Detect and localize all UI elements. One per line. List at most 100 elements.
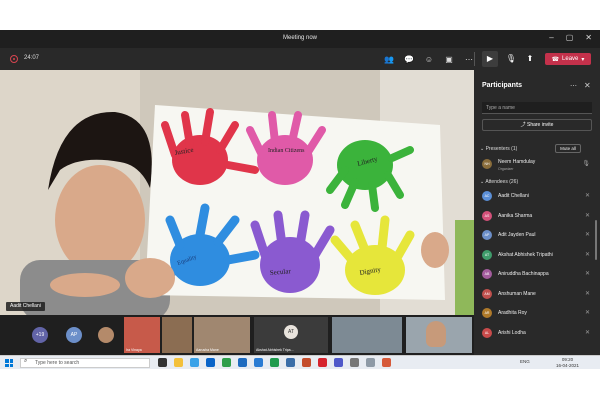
window-controls: – ▢ ✕ [549, 33, 592, 42]
overflow-participants[interactable]: +19 [32, 327, 48, 343]
file-explorer-icon[interactable] [174, 358, 183, 367]
app-icon[interactable] [350, 358, 359, 367]
participant-row[interactable]: AS Aanika Sharma ✕ [482, 208, 594, 224]
microphone-icon: 🎙 [505, 54, 517, 63]
video-thumbnail[interactable] [406, 317, 472, 353]
powerpoint-icon[interactable] [302, 358, 311, 367]
avatar: AC [482, 191, 492, 201]
phone-icon: ☎ [551, 56, 560, 63]
close-panel-icon[interactable]: ✕ [584, 81, 591, 90]
top-margin [0, 0, 600, 30]
teams-icon[interactable] [334, 358, 343, 367]
app-icon[interactable] [366, 358, 375, 367]
teams-window: Meeting now – ▢ ✕ 24:07 👥 💬 ☺ ▣ ⋯ ▶ 🎙 ⬆ ☎ Le… [0, 0, 600, 400]
maximize-icon[interactable]: ▢ [566, 33, 574, 42]
language-indicator[interactable]: ENG [520, 359, 530, 364]
mute-all-button[interactable]: Mute all [555, 144, 581, 153]
participant-row[interactable]: AB Aniruddha Bachinappa ✕ [482, 266, 594, 282]
mic-muted-icon[interactable]: ✕ [585, 270, 590, 277]
avatar-photo[interactable] [98, 327, 114, 343]
close-icon[interactable]: ✕ [585, 33, 592, 42]
share-invite-button[interactable]: ⤴ Share invite [482, 119, 592, 131]
camera-button[interactable]: ▶ [482, 51, 498, 67]
mic-muted-icon[interactable]: ✕ [585, 212, 590, 219]
app-icon[interactable] [286, 358, 295, 367]
participant-row[interactable]: AR Aradhita Roy ✕ [482, 305, 594, 321]
participant-row[interactable]: AT Akshat Abhishek Tripathi ✕ [482, 247, 594, 263]
video-thumbnail[interactable]: Ira Vinaya [124, 317, 160, 353]
app-icon[interactable] [318, 358, 327, 367]
avatar: AR [482, 308, 492, 318]
avatar: AL [482, 327, 492, 338]
microphone-icon[interactable]: 🎙 [582, 160, 590, 167]
presenters-header[interactable]: ⌄ Presenters (1) [480, 146, 517, 152]
toolbar-divider [474, 52, 475, 66]
task-view-icon[interactable] [158, 358, 167, 367]
chat-button[interactable]: 💬 [402, 51, 416, 67]
avatar[interactable]: AP [66, 327, 82, 343]
avatar: NH [482, 159, 492, 169]
presenters-label: Presenters (1) [485, 146, 518, 152]
leave-label: Leave [562, 56, 579, 62]
video-stage: Justice Indian Citizens Liberty Equality… [0, 70, 474, 315]
rooms-icon: ▣ [445, 54, 453, 64]
share-screen-button[interactable]: ⬆ [524, 51, 536, 67]
toolbar-actions: 👥 💬 ☺ ▣ ⋯ [382, 51, 476, 67]
microphone-button[interactable]: 🎙 [505, 51, 517, 67]
reactions-icon: ☺ [424, 54, 434, 64]
start-button[interactable] [5, 359, 13, 367]
leave-button[interactable]: ☎ Leave ▾ [545, 53, 591, 65]
mic-muted-icon[interactable]: ✕ [585, 251, 590, 258]
more-options-icon[interactable]: ⋯ [570, 82, 577, 90]
share-icon: ⤴ [520, 122, 526, 128]
participant-search-input[interactable]: Type a name [482, 102, 592, 114]
participant-row[interactable]: AL Arishi Lodha ✕ [482, 325, 594, 341]
store-icon[interactable] [206, 358, 215, 367]
meeting-toolbar: 24:07 👥 💬 ☺ ▣ ⋯ ▶ 🎙 ⬆ ☎ Leave ▾ [0, 48, 600, 70]
mic-muted-icon[interactable]: ✕ [585, 309, 590, 316]
mic-muted-icon[interactable]: ✕ [585, 231, 590, 238]
avatar: AB [482, 269, 492, 279]
thumbnail-label: Ira Vinaya [126, 348, 142, 352]
taskbar-apps [158, 358, 391, 367]
panel-title: Participants [482, 82, 523, 89]
speaker-video: Justice Indian Citizens Liberty Equality… [0, 70, 474, 315]
avatar: AM [482, 288, 492, 299]
edge-icon[interactable] [190, 358, 199, 367]
people-icon: 👥 [384, 54, 394, 64]
participants-button[interactable]: 👥 [382, 51, 396, 67]
minimize-icon[interactable]: – [549, 33, 553, 42]
participant-row[interactable]: NH Neem Hamdulay Organizer 🎙 [482, 156, 594, 172]
app-icon[interactable] [382, 358, 391, 367]
participant-name: Anshuman Mane [498, 290, 536, 297]
participant-row[interactable]: AC Aadit Chellani ✕ [482, 188, 594, 204]
participant-name: Aanika Sharma [498, 212, 533, 219]
search-icon: ⌕ [24, 358, 28, 364]
mic-muted-icon[interactable]: ✕ [585, 192, 590, 199]
reactions-button[interactable]: ☺ [422, 51, 436, 67]
speaker-name-tag: Aadit Chellani [6, 302, 45, 311]
mic-muted-icon[interactable]: ✕ [585, 290, 590, 297]
video-thumbnail[interactable] [162, 317, 192, 353]
rooms-button[interactable]: ▣ [442, 51, 456, 67]
video-thumbnail[interactable]: Aarusha Mane [194, 317, 250, 353]
outlook-icon[interactable] [238, 358, 247, 367]
video-thumbnail[interactable]: AT Akshat Abhishek Tripa... [254, 317, 328, 353]
participant-name: Aadit Chellani [498, 193, 529, 199]
chrome-icon[interactable] [222, 358, 231, 367]
avatar: AT [284, 325, 298, 339]
share-screen-icon: ⬆ [526, 54, 534, 63]
excel-icon[interactable] [270, 358, 279, 367]
participant-row[interactable]: AM Anshuman Mane ✕ [482, 286, 594, 302]
title-bar: Meeting now – ▢ ✕ [0, 30, 600, 48]
participant-row[interactable]: AP Adit Jayden Paul ✕ [482, 227, 594, 243]
word-icon[interactable] [254, 358, 263, 367]
mic-muted-icon[interactable]: ✕ [585, 329, 590, 336]
attendees-header[interactable]: ⌄ Attendees (26) [480, 179, 518, 185]
taskbar-clock[interactable]: 09:20 16-04-2021 [556, 357, 579, 368]
video-thumbnail[interactable] [332, 317, 402, 353]
participants-panel: Participants ⋯ ✕ Type a name ⤴ Share inv… [474, 70, 600, 355]
taskbar-search-input[interactable]: Type here to search [20, 358, 150, 368]
panel-scrollbar[interactable] [595, 220, 597, 260]
thumbnail-label: Aarusha Mane [196, 348, 219, 352]
